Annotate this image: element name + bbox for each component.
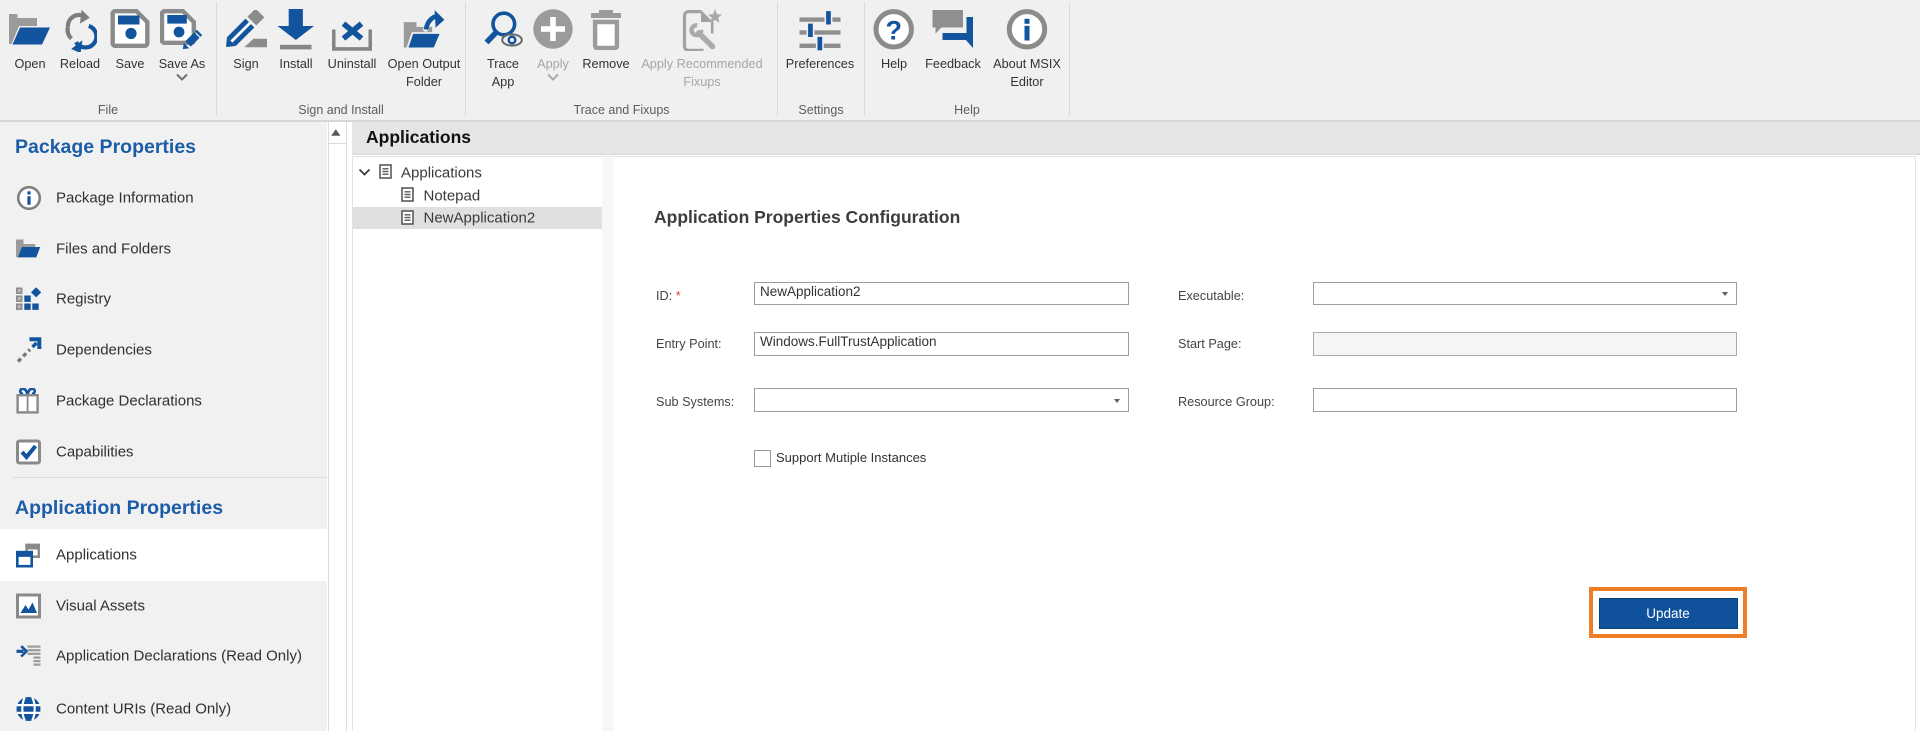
svg-text:?: ? <box>885 16 902 46</box>
